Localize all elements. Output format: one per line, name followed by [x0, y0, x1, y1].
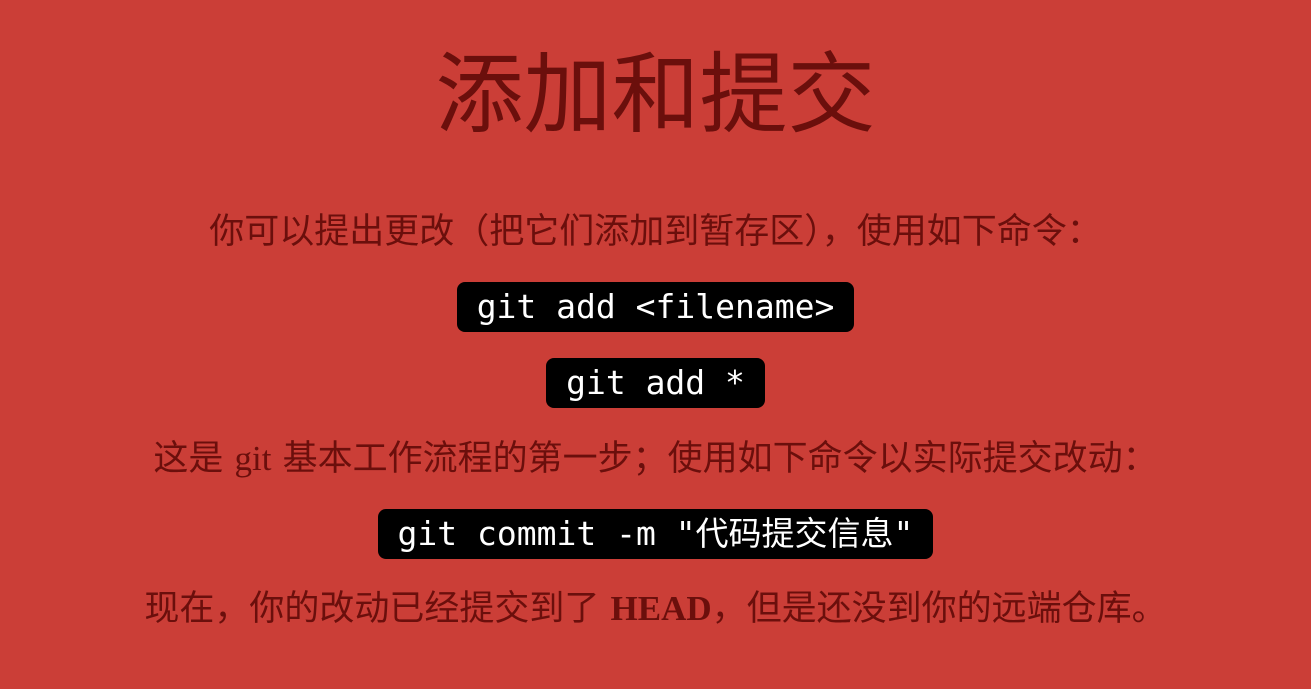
status-paragraph: 现在，你的改动已经提交到了 HEAD，但是还没到你的远端仓库。 — [0, 584, 1311, 634]
code-row-add-all: git add * — [0, 358, 1311, 408]
workflow-paragraph: 这是 git 基本工作流程的第一步；使用如下命令以实际提交改动： — [0, 434, 1311, 484]
head-word: HEAD — [610, 589, 712, 628]
slide: 添加和提交 你可以提出更改（把它们添加到暂存区），使用如下命令： git add… — [0, 0, 1311, 689]
code-git-add-filename: git add <filename> — [456, 282, 855, 332]
workflow-text-before: 这是 — [153, 439, 235, 479]
code-row-commit: git commit -m "代码提交信息" — [0, 509, 1311, 559]
code-git-add-all: git add * — [546, 358, 765, 408]
slide-title: 添加和提交 — [435, 43, 876, 146]
status-text-before: 现在，你的改动已经提交到了 — [144, 589, 611, 629]
intro-paragraph: 你可以提出更改（把它们添加到暂存区），使用如下命令： — [209, 212, 1102, 252]
workflow-text-after: 基本工作流程的第一步；使用如下命令以实际提交改动： — [271, 439, 1158, 479]
code-git-commit: git commit -m "代码提交信息" — [377, 509, 934, 559]
code-row-add-filename: git add <filename> — [0, 282, 1311, 332]
status-text-after: ，但是还没到你的远端仓库。 — [711, 589, 1167, 629]
git-word: git — [234, 439, 272, 478]
